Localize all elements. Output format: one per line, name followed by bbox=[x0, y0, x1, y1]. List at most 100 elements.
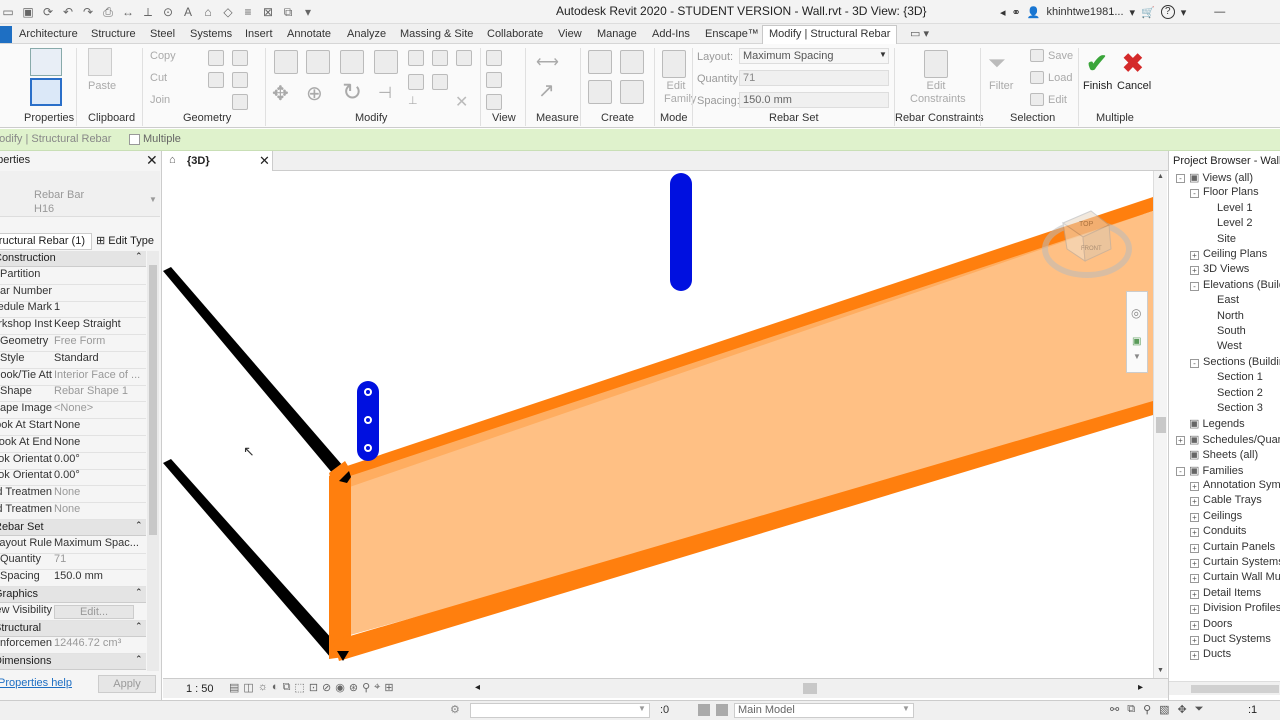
browser-node[interactable]: Section 3 bbox=[1217, 402, 1263, 414]
load-selection-button[interactable]: Load bbox=[1048, 72, 1072, 84]
property-row[interactable]: Style Standard bbox=[0, 352, 146, 369]
worksets-icon[interactable]: ⚙ bbox=[450, 703, 460, 716]
save-icon[interactable]: ▣ bbox=[20, 5, 36, 19]
analytical-model-icon[interactable]: ⌖ bbox=[374, 681, 380, 694]
property-value[interactable]: 0.00° bbox=[54, 469, 144, 481]
browser-node[interactable]: Conduits bbox=[1203, 525, 1246, 537]
type-properties-icon[interactable] bbox=[30, 48, 62, 76]
tab-annotate[interactable]: Annotate bbox=[287, 26, 331, 43]
cancel-x-icon[interactable]: ✖ bbox=[1122, 48, 1144, 79]
ribbon-options-icon[interactable]: ▭ ▾ bbox=[910, 26, 929, 43]
save-selection-button[interactable]: Save bbox=[1048, 50, 1073, 62]
binoculars-icon[interactable]: ⚭ bbox=[1012, 6, 1021, 19]
render-icon[interactable]: ⧉ bbox=[283, 681, 291, 694]
layout-select[interactable]: Maximum Spacing bbox=[739, 48, 889, 64]
property-value[interactable]: None bbox=[54, 436, 144, 448]
browser-node[interactable]: Floor Plans bbox=[1203, 186, 1259, 198]
create-assembly-icon[interactable] bbox=[620, 80, 644, 104]
browser-node[interactable]: Ceiling Plans bbox=[1203, 248, 1267, 260]
create-parts-icon[interactable] bbox=[588, 80, 612, 104]
property-row[interactable]: Hook/Tie Att...Interior Face of ... bbox=[0, 369, 146, 386]
open-icon[interactable]: ▭ bbox=[0, 5, 16, 19]
property-section-header[interactable]: Structural ⌃ bbox=[0, 620, 146, 637]
scroll-up-icon[interactable]: ▲ bbox=[1157, 173, 1164, 180]
copy-button[interactable]: Copy bbox=[150, 50, 176, 62]
browser-node[interactable]: Duct Systems bbox=[1203, 633, 1271, 645]
detail-level-icon[interactable]: ▤ bbox=[229, 681, 239, 694]
measure-icon[interactable]: ⟷ bbox=[536, 52, 559, 72]
delete-icon[interactable]: ✕ bbox=[455, 92, 468, 112]
3d-view-canvas[interactable]: TOP FRONT bbox=[163, 171, 1153, 678]
property-value[interactable]: Keep Straight bbox=[54, 318, 144, 330]
property-section-header[interactable]: Dimensions ⌃ bbox=[0, 654, 146, 671]
workset-select[interactable] bbox=[470, 703, 650, 718]
browser-node[interactable]: Division Profiles bbox=[1203, 602, 1280, 614]
tab-manage[interactable]: Manage bbox=[597, 26, 637, 43]
dimension-icon[interactable]: ⟂ bbox=[140, 5, 156, 19]
property-row[interactable]: Geometry Free Form bbox=[0, 335, 146, 352]
browser-node[interactable]: ▣ Views (all) bbox=[1189, 171, 1253, 184]
section-icon[interactable]: ◇ bbox=[220, 5, 236, 19]
horizontal-scroll-thumb[interactable] bbox=[803, 683, 817, 694]
property-value[interactable]: None bbox=[54, 419, 144, 431]
expand-toggle-icon[interactable]: + bbox=[1190, 266, 1199, 276]
expand-toggle-icon[interactable]: + bbox=[1190, 605, 1199, 615]
property-row[interactable]: Quantity 71 bbox=[0, 553, 146, 571]
copy-tool-icon[interactable]: ⊕ bbox=[306, 82, 332, 106]
rebar-left-edge[interactable] bbox=[329, 469, 351, 659]
tab-architecture[interactable]: Architecture bbox=[19, 26, 78, 43]
browser-node[interactable]: Level 1 bbox=[1217, 202, 1252, 214]
drag-elements-icon[interactable]: ✥ bbox=[1178, 703, 1187, 716]
expand-toggle-icon[interactable]: - bbox=[1176, 466, 1185, 476]
property-row[interactable]: Hook Orientat...0.00° bbox=[0, 453, 146, 470]
text-icon[interactable]: A bbox=[180, 5, 196, 19]
multiple-checkbox[interactable] bbox=[129, 134, 140, 145]
tab-enscape[interactable]: Enscape™ bbox=[705, 26, 759, 43]
visual-style-icon[interactable]: ◫ bbox=[243, 681, 253, 694]
apply-button[interactable]: Apply bbox=[98, 675, 156, 693]
lock-view-icon[interactable]: ⊘ bbox=[322, 681, 331, 694]
tab-3d-view[interactable]: ⌂ {3D} ✕ bbox=[163, 151, 273, 171]
expand-toggle-icon[interactable]: + bbox=[1190, 512, 1199, 522]
join-button[interactable]: Join bbox=[150, 94, 170, 106]
geometry-icon[interactable] bbox=[232, 94, 248, 110]
paste-icon[interactable] bbox=[88, 48, 112, 76]
design-options-icon[interactable] bbox=[716, 704, 728, 716]
tab-view[interactable]: View bbox=[558, 26, 582, 43]
edit-visibility-button[interactable]: Edit... bbox=[54, 604, 134, 619]
mirror-draw-icon[interactable] bbox=[374, 50, 398, 74]
worksharing-icon[interactable]: ⚲ bbox=[362, 681, 370, 694]
edit-family-icon[interactable] bbox=[662, 50, 686, 78]
scrollbar-thumb[interactable] bbox=[149, 265, 157, 535]
properties-scrollbar[interactable] bbox=[147, 251, 159, 671]
browser-node[interactable]: Doors bbox=[1203, 618, 1232, 630]
chevron-down-icon[interactable]: ▼ bbox=[1133, 352, 1141, 361]
expand-toggle-icon[interactable]: + bbox=[1190, 620, 1199, 630]
shadows-icon[interactable]: ◐ bbox=[272, 681, 279, 694]
view-scale[interactable]: 1 : 50 bbox=[186, 683, 214, 695]
tab-massing-site[interactable]: Massing & Site bbox=[400, 26, 473, 43]
sync-icon[interactable]: ⟳ bbox=[40, 5, 56, 19]
browser-node[interactable]: ▣ Sheets (all) bbox=[1189, 448, 1258, 461]
browser-node[interactable]: Curtain Wall Mullions bbox=[1203, 571, 1280, 583]
cart-icon[interactable]: 🛒 bbox=[1141, 6, 1155, 19]
scroll-right-icon[interactable]: ▸ bbox=[1138, 682, 1143, 693]
view-icon[interactable] bbox=[486, 50, 502, 66]
tab-modify-structural-rebar[interactable]: Modify | Structural Rebar bbox=[762, 25, 898, 44]
property-value[interactable]: 12446.72 cm³ bbox=[54, 637, 144, 649]
property-value[interactable]: None bbox=[54, 486, 144, 498]
chevron-left-icon[interactable]: ◂ bbox=[1000, 6, 1006, 19]
pin-icon[interactable]: ⊥ bbox=[408, 94, 424, 110]
tab-systems[interactable]: Systems bbox=[190, 26, 232, 43]
collapse-icon[interactable]: ⌃ bbox=[135, 654, 143, 665]
drawing-area[interactable]: TOP FRONT ◎ ▣ ▼ ↖ bbox=[163, 171, 1153, 678]
instance-selector[interactable]: Structural Rebar (1) bbox=[0, 233, 92, 250]
temp-hide-icon[interactable]: ◉ bbox=[335, 681, 345, 694]
scrollbar-thumb[interactable] bbox=[1156, 417, 1166, 433]
property-row[interactable]: End Treatmen...None bbox=[0, 503, 146, 520]
expand-toggle-icon[interactable]: - bbox=[1190, 358, 1199, 368]
quantity-field[interactable]: 71 bbox=[739, 70, 889, 86]
expand-toggle-icon[interactable]: - bbox=[1176, 174, 1185, 183]
select-by-face-icon[interactable]: ▧ bbox=[1159, 703, 1169, 716]
browser-node[interactable]: North bbox=[1217, 310, 1244, 322]
